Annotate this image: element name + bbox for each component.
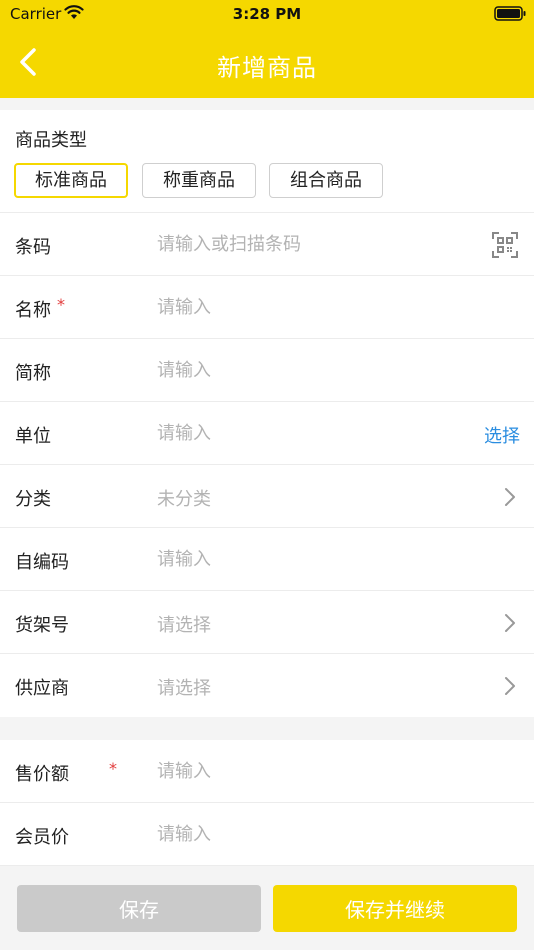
chevron-right-icon[interactable]	[504, 613, 516, 633]
sale-price-label: 售价额	[15, 764, 69, 785]
status-time: 3:28 PM	[232, 5, 302, 23]
bottom-action-bar: 保存 保存并继续	[0, 868, 534, 950]
member-price-input[interactable]	[157, 817, 457, 851]
sale-price-required-mark: *	[109, 759, 117, 778]
save-button[interactable]: 保存	[17, 885, 261, 932]
member-price-label: 会员价	[15, 827, 69, 848]
unit-label: 单位	[15, 426, 51, 447]
qr-scan-icon[interactable]	[492, 232, 518, 258]
custom-code-label: 自编码	[15, 552, 69, 573]
save-and-continue-button[interactable]: 保存并继续	[273, 885, 517, 932]
unit-select-link[interactable]: 选择	[484, 422, 520, 448]
barcode-input[interactable]	[157, 227, 477, 261]
nav-bar: 新增商品	[0, 28, 534, 98]
unit-row: 单位 选择	[0, 402, 534, 465]
page-title: 新增商品	[217, 54, 317, 82]
status-bar: Carrier 3:28 PM	[0, 0, 534, 28]
shelf-no-value[interactable]: 请选择	[157, 611, 211, 637]
sale-price-row: 售价额 *	[0, 740, 534, 803]
category-value[interactable]: 未分类	[157, 485, 211, 511]
supplier-value[interactable]: 请选择	[157, 674, 211, 700]
short-name-row: 简称	[0, 339, 534, 402]
type-option-standard[interactable]: 标准商品	[14, 163, 128, 198]
product-type-section: 商品类型 标准商品 称重商品 组合商品	[0, 110, 534, 213]
supplier-row[interactable]: 供应商 请选择	[0, 654, 534, 717]
product-info-card: 商品类型 标准商品 称重商品 组合商品 条码 名称 * 简称 单位 选择 分类 …	[0, 110, 534, 717]
category-label: 分类	[15, 489, 51, 510]
name-label: 名称	[15, 300, 51, 321]
product-type-label: 商品类型	[15, 130, 87, 151]
shelf-no-label: 货架号	[15, 615, 69, 636]
supplier-label: 供应商	[15, 678, 69, 699]
header: Carrier 3:28 PM 新增商品	[0, 0, 534, 98]
price-card: 售价额 * 会员价	[0, 740, 534, 866]
battery-icon	[494, 6, 526, 21]
category-row[interactable]: 分类 未分类	[0, 465, 534, 528]
sale-price-input[interactable]	[157, 754, 457, 788]
chevron-right-icon[interactable]	[504, 487, 516, 507]
name-input[interactable]	[157, 290, 457, 324]
name-row: 名称 *	[0, 276, 534, 339]
type-option-weighted[interactable]: 称重商品	[142, 163, 256, 198]
shelf-no-row[interactable]: 货架号 请选择	[0, 591, 534, 654]
chevron-right-icon[interactable]	[504, 676, 516, 696]
short-name-input[interactable]	[157, 353, 457, 387]
type-option-combo[interactable]: 组合商品	[269, 163, 383, 198]
member-price-row: 会员价	[0, 803, 534, 866]
custom-code-row: 自编码	[0, 528, 534, 591]
barcode-row: 条码	[0, 213, 534, 276]
name-required-mark: *	[57, 295, 65, 314]
unit-input[interactable]	[157, 416, 457, 450]
barcode-label: 条码	[15, 237, 51, 258]
custom-code-input[interactable]	[157, 542, 457, 576]
short-name-label: 简称	[15, 363, 51, 384]
